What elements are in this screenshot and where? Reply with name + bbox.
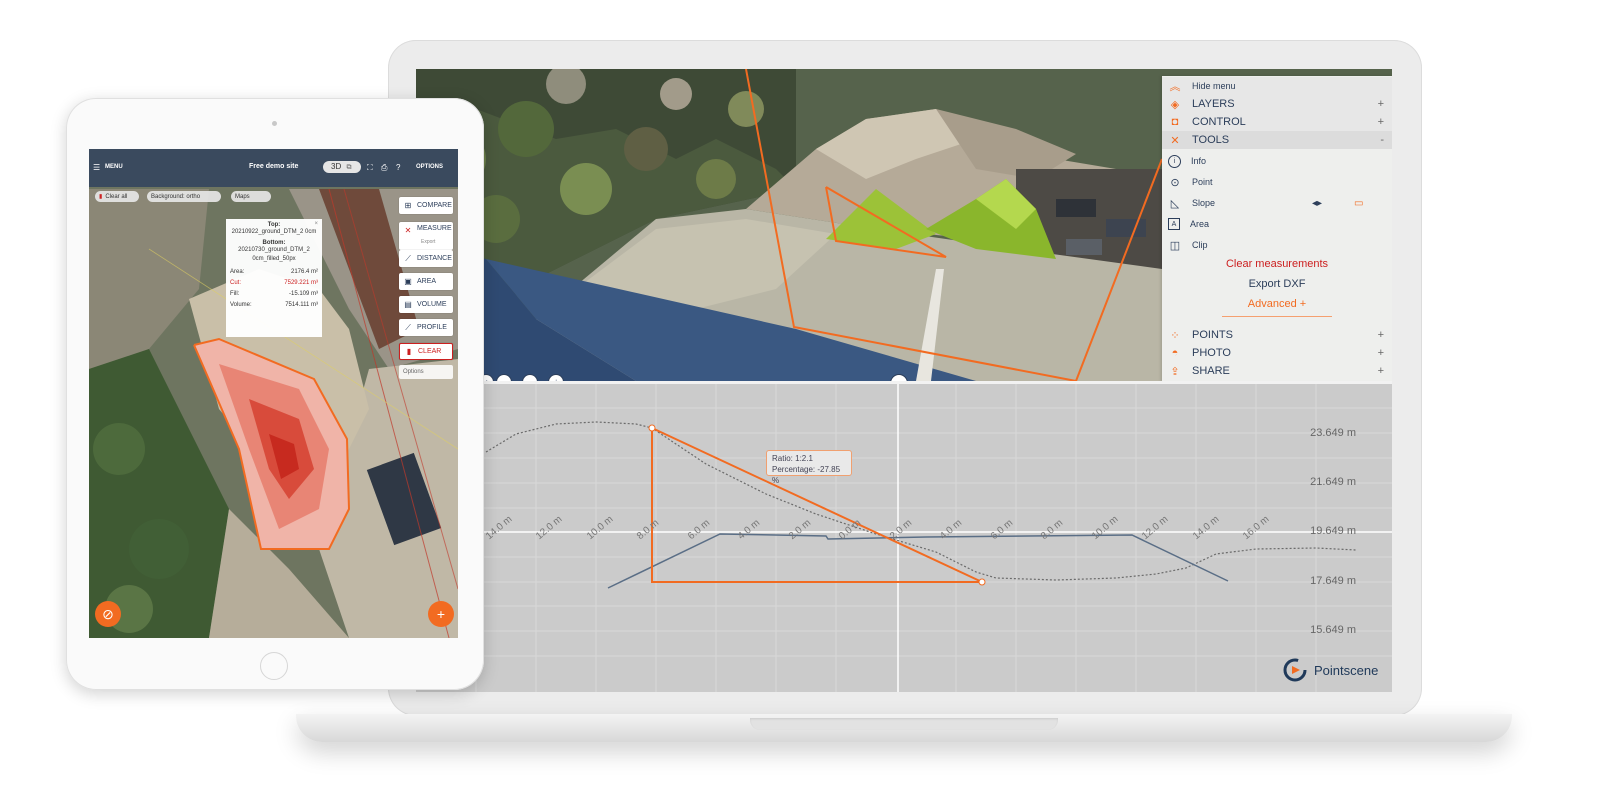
- menu-share[interactable]: ⇪ SHARE +: [1162, 362, 1392, 380]
- export-dxf-button[interactable]: Export DXF: [1162, 278, 1392, 290]
- advanced-button[interactable]: Advanced +: [1162, 298, 1392, 310]
- print-icon[interactable]: ⎙: [381, 163, 387, 173]
- close-icon: ✕: [404, 225, 412, 235]
- brand-logo: Pointscene: [1282, 657, 1378, 683]
- tool-area[interactable]: A Area: [1162, 214, 1392, 234]
- ruler-icon[interactable]: ▭: [1354, 198, 1363, 209]
- trash-icon: ▮: [99, 194, 103, 200]
- y-axis-label: 21.649 m: [1310, 476, 1356, 488]
- area-button[interactable]: ▣ AREA: [399, 273, 453, 290]
- y-axis-label: 17.649 m: [1310, 575, 1356, 587]
- y-axis-label: 23.649 m: [1310, 427, 1356, 439]
- menu-points[interactable]: ⁘ POINTS +: [1162, 326, 1392, 344]
- tool-clip[interactable]: ◫ Clip: [1162, 235, 1392, 255]
- export-link[interactable]: Export: [421, 239, 435, 245]
- profile-icon: ⟋: [405, 322, 411, 332]
- laptop-notch: [750, 718, 1058, 730]
- menu-tools[interactable]: ✕ TOOLS -: [1162, 131, 1392, 149]
- volume-popup: Top: 20210922_ground_DTM_2 0cm Bottom: 2…: [226, 219, 322, 337]
- background-chip[interactable]: Background: ortho: [147, 191, 221, 202]
- points-icon: ⁘: [1170, 329, 1180, 342]
- distance-icon: ⟋: [405, 253, 411, 263]
- tablet-screen: ☰ MENU Free demo site 3D ⧉ ⛶ ⎙ ? OPTIONS…: [89, 149, 458, 638]
- help-icon[interactable]: ?: [396, 163, 400, 172]
- locate-icon[interactable]: ⊘: [95, 601, 121, 627]
- tablet-home-button: [260, 652, 288, 680]
- tool-point[interactable]: ⊙ Point: [1162, 172, 1392, 192]
- clip-icon: ◫: [1169, 239, 1181, 252]
- chevron-up-icon: ︽: [1169, 81, 1181, 93]
- volume-button[interactable]: ▤ VOLUME: [399, 296, 453, 313]
- distance-button[interactable]: ⟋ DISTANCE: [399, 250, 453, 267]
- mouse-icon: ◘: [1171, 116, 1179, 128]
- options-link[interactable]: Options: [399, 365, 453, 379]
- slope-icon: ◺: [1170, 197, 1180, 210]
- measure-button[interactable]: ✕ MEASURE Export: [399, 222, 453, 250]
- menu-control[interactable]: ◘ CONTROL +: [1162, 113, 1392, 131]
- y-axis-label: 19.649 m: [1310, 525, 1356, 537]
- close-icon[interactable]: ×: [314, 221, 318, 227]
- external-icon: ⧉: [346, 164, 352, 171]
- tools-icon: ✕: [1170, 134, 1180, 147]
- area-icon: A: [1168, 218, 1180, 230]
- view-mode-toggle[interactable]: 3D ⧉: [323, 161, 361, 173]
- layers-icon: ◈: [1170, 98, 1180, 111]
- pointscene-logo-icon: [1283, 658, 1307, 682]
- tools-menu-panel: ︽ Hide menu ◈ LAYERS + ◘ CONTROL + ✕ TOO…: [1162, 76, 1392, 382]
- site-title: Free demo site: [249, 163, 299, 170]
- laptop-screen: ← → ↓ ═ ‹ ︽ Hide menu ◈ LAYERS + ◘ CONTR…: [416, 69, 1392, 692]
- compare-button[interactable]: ⊞ COMPARE: [399, 197, 453, 214]
- clear-button[interactable]: ▮ CLEAR: [399, 343, 453, 360]
- menu-photo[interactable]: ◓ PHOTO +: [1162, 344, 1392, 362]
- trash-icon: ▮: [406, 347, 412, 356]
- y-axis-label: 15.649 m: [1310, 624, 1356, 636]
- slope-tooltip: Ratio: 1:2.1 Percentage: -27.85 %: [766, 450, 852, 485]
- fullscreen-icon[interactable]: ⛶: [367, 163, 373, 173]
- maps-chip[interactable]: Maps: [231, 191, 271, 202]
- info-icon: i: [1168, 154, 1181, 168]
- add-icon[interactable]: +: [428, 601, 454, 627]
- flip-icon[interactable]: ◂▸: [1312, 198, 1322, 209]
- profile-view[interactable]: 23.649 m 21.649 m 19.649 m 17.649 m 15.6…: [416, 384, 1392, 692]
- menu-button[interactable]: MENU: [105, 164, 123, 170]
- clear-all-chip[interactable]: ▮ Clear all: [95, 191, 139, 202]
- options-menu[interactable]: OPTIONS: [416, 164, 443, 170]
- area-icon: ▣: [404, 277, 412, 286]
- tool-slope[interactable]: ◺ Slope ◂▸ ▭: [1162, 193, 1392, 213]
- tablet-camera: [272, 121, 277, 126]
- point-icon: ⊙: [1170, 176, 1180, 189]
- divider: [1222, 316, 1332, 317]
- profile-button[interactable]: ⟋ PROFILE: [399, 319, 453, 336]
- camera-icon: ◓: [1171, 347, 1179, 359]
- hamburger-icon[interactable]: ☰: [93, 163, 100, 172]
- tool-info[interactable]: i Info: [1162, 151, 1392, 171]
- clear-measurements-button[interactable]: Clear measurements: [1162, 258, 1392, 270]
- compare-icon: ⊞: [404, 201, 412, 210]
- tablet-top-bar: ☰ MENU Free demo site 3D ⧉ ⛶ ⎙ ? OPTIONS: [89, 149, 458, 187]
- menu-layers[interactable]: ◈ LAYERS +: [1162, 95, 1392, 113]
- share-icon: ⇪: [1170, 365, 1180, 378]
- volume-icon: ▤: [404, 300, 412, 309]
- hide-menu-button[interactable]: ︽ Hide menu: [1162, 77, 1392, 95]
